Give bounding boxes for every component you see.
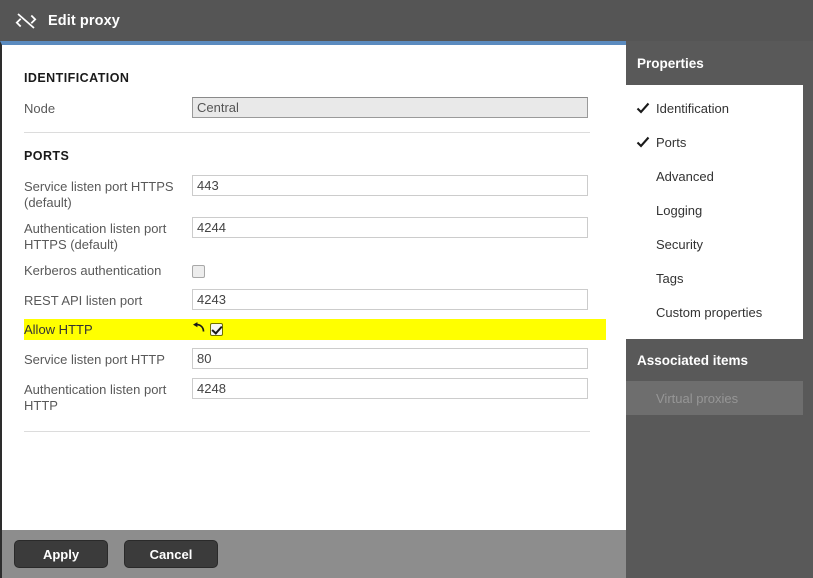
ports-bottom-divider (24, 431, 590, 432)
check-icon (636, 135, 656, 149)
property-item-label: Security (656, 236, 703, 252)
title-bar: Edit proxy (0, 0, 813, 41)
label-kerberos-authentication: Kerberos authentication (24, 263, 162, 278)
ports-heading: PORTS (24, 149, 70, 163)
cancel-button[interactable]: Cancel (124, 540, 218, 568)
properties-heading: Properties (637, 55, 704, 71)
proxy-collapse-arrows-icon (15, 10, 37, 32)
property-item-tags[interactable]: Tags (626, 261, 803, 295)
property-item-label: Tags (656, 270, 684, 286)
field-row-rest-api-listen-port: REST API listen port (24, 289, 606, 312)
label-rest-api-listen-port: REST API listen port (24, 293, 143, 308)
form-panel: IDENTIFICATION Node PORTS Service listen… (0, 41, 626, 530)
property-item-label: Identification (656, 100, 729, 116)
section-divider (24, 132, 590, 133)
service-listen-port-http-input[interactable] (192, 348, 588, 369)
field-row-auth-listen-port-https: Authentication listen port HTTPS (defaul… (24, 217, 606, 252)
property-item-custom-properties[interactable]: Custom properties (626, 295, 803, 329)
properties-list: Identification Ports Advanced Logging Se… (626, 85, 803, 339)
property-item-advanced[interactable]: Advanced (626, 159, 803, 193)
associated-items-heading: Associated items (637, 352, 749, 368)
allow-http-checkbox[interactable] (210, 323, 223, 336)
associated-item-label: Virtual proxies (656, 390, 739, 406)
apply-button[interactable]: Apply (14, 540, 108, 568)
field-row-kerberos-authentication: Kerberos authentication (24, 259, 606, 282)
label-auth-listen-port-https: Authentication listen port HTTPS (defaul… (24, 221, 167, 252)
check-icon (636, 101, 656, 115)
property-item-ports[interactable]: Ports (626, 125, 803, 159)
property-item-label: Advanced (656, 168, 714, 184)
node-input[interactable] (192, 97, 588, 118)
property-item-identification[interactable]: Identification (626, 91, 803, 125)
property-item-label: Custom properties (656, 304, 763, 320)
auth-listen-port-https-input[interactable] (192, 217, 588, 238)
auth-listen-port-http-input[interactable] (192, 378, 588, 399)
property-item-label: Ports (656, 134, 687, 150)
label-service-listen-port-http: Service listen port HTTP (24, 352, 165, 367)
undo-arrow-icon[interactable] (192, 321, 205, 339)
service-listen-port-https-input[interactable] (192, 175, 588, 196)
kerberos-authentication-checkbox[interactable] (192, 265, 205, 279)
dialog-footer: Apply Cancel (0, 530, 626, 578)
rest-api-listen-port-input[interactable] (192, 289, 588, 310)
field-row-service-listen-port-https: Service listen port HTTPS (default) (24, 175, 606, 210)
property-item-security[interactable]: Security (626, 227, 803, 261)
property-item-label: Logging (656, 202, 703, 218)
right-sidebar: Properties Identification Ports Advanced… (626, 41, 813, 578)
label-auth-listen-port-http: Authentication listen port HTTP (24, 382, 167, 413)
field-row-service-listen-port-http: Service listen port HTTP (24, 348, 606, 371)
edit-proxy-dialog: Edit proxy IDENTIFICATION Node PORTS Ser… (0, 0, 813, 578)
field-row-auth-listen-port-http: Authentication listen port HTTP (24, 378, 606, 413)
label-service-listen-port-https: Service listen port HTTPS (default) (24, 179, 174, 210)
label-node: Node (24, 101, 56, 116)
field-row-node: Node (24, 97, 606, 120)
identification-heading: IDENTIFICATION (24, 71, 130, 85)
property-item-logging[interactable]: Logging (626, 193, 803, 227)
label-allow-http: Allow HTTP (24, 321, 93, 337)
associated-item-virtual-proxies[interactable]: Virtual proxies (626, 381, 803, 415)
field-row-allow-http: Allow HTTP (24, 319, 606, 340)
window-title: Edit proxy (48, 12, 120, 29)
